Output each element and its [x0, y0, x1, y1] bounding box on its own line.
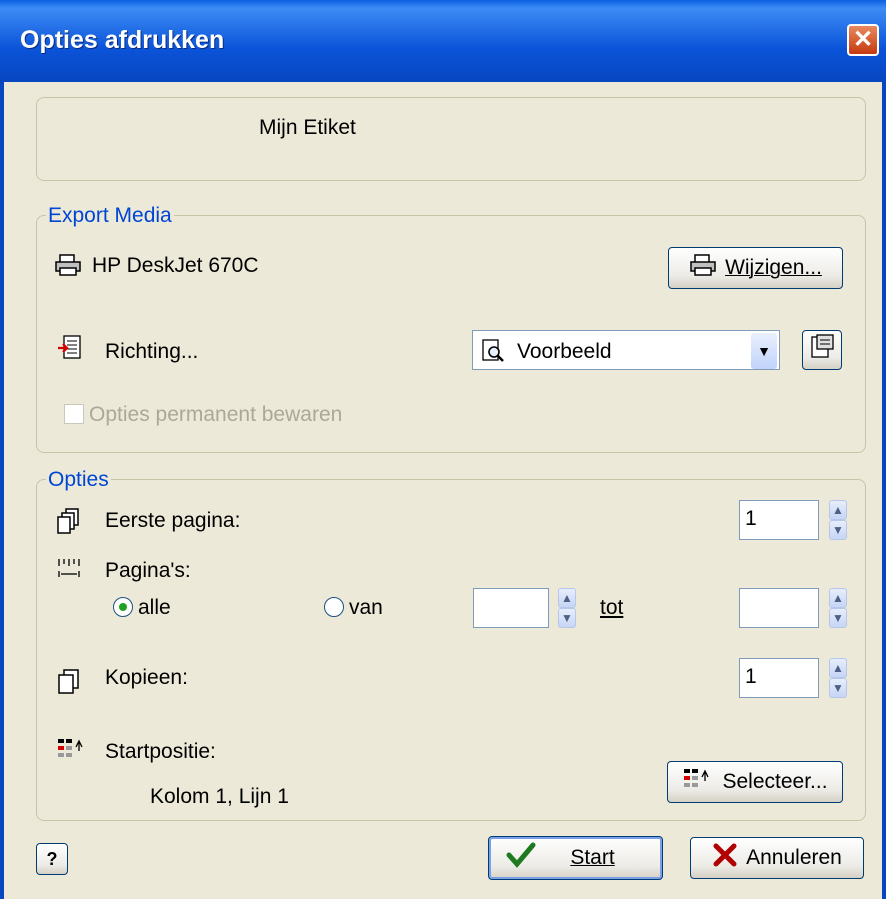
select-button-label: Selecteer...: [722, 770, 828, 793]
radio-from-label: van: [349, 596, 383, 619]
cancel-button[interactable]: Annuleren: [690, 837, 864, 879]
spin-up-icon[interactable]: ▲: [829, 658, 847, 678]
options-legend: Opties: [46, 468, 111, 492]
pages-label: Pagina's:: [105, 559, 191, 582]
export-media-legend: Export Media: [46, 204, 174, 228]
radio-all[interactable]: [113, 597, 133, 617]
start-button[interactable]: Start: [488, 836, 663, 880]
select-start-position-button[interactable]: Selecteer...: [667, 761, 843, 803]
spin-up-icon[interactable]: ▲: [558, 588, 576, 608]
label-name: Mijn Etiket: [259, 116, 356, 139]
copies-value: 1: [745, 665, 757, 688]
grid-icon: [56, 737, 88, 767]
page-direction-icon: [57, 334, 83, 368]
radio-from[interactable]: [324, 597, 344, 617]
first-page-label: Eerste pagina:: [105, 509, 241, 532]
printer-name: HP DeskJet 670C: [92, 254, 259, 277]
start-button-label: Start: [570, 846, 615, 869]
save-options-label: Opties permanent bewaren: [89, 403, 343, 426]
chevron-down-icon[interactable]: ▼: [751, 333, 777, 369]
close-button[interactable]: ✕: [847, 24, 879, 56]
window-title: Opties afdrukken: [20, 26, 225, 54]
copies-icon: [56, 667, 82, 701]
copies-label: Kopieen:: [105, 666, 188, 689]
radio-all-label: alle: [138, 596, 171, 619]
spin-down-icon[interactable]: ▼: [829, 678, 847, 698]
properties-button[interactable]: [802, 330, 842, 370]
spin-down-icon[interactable]: ▼: [829, 608, 847, 628]
spin-down-icon[interactable]: ▼: [829, 520, 847, 540]
label-name-panel: Mijn Etiket: [36, 97, 866, 181]
start-position-label: Startpositie:: [105, 740, 216, 763]
to-label: tot: [600, 596, 624, 619]
first-page-spinner[interactable]: ▲ ▼: [829, 500, 847, 540]
check-icon: [506, 842, 536, 874]
window-frame-left: [0, 82, 4, 899]
change-printer-label: Wijzigen...: [725, 256, 822, 279]
save-options-checkbox[interactable]: [64, 404, 84, 424]
first-page-value: 1: [745, 507, 757, 530]
to-page-input[interactable]: [739, 588, 819, 628]
title-bar[interactable]: Opties afdrukken ✕: [0, 0, 886, 82]
properties-icon: [809, 334, 835, 366]
change-printer-button[interactable]: Wijzigen...: [668, 247, 843, 289]
copies-spinner[interactable]: ▲ ▼: [829, 658, 847, 698]
pages-icon: [56, 507, 82, 541]
copies-input[interactable]: 1: [739, 658, 819, 698]
window-frame-right: [882, 82, 886, 899]
start-position-value: Kolom 1, Lijn 1: [150, 785, 289, 808]
from-page-input[interactable]: [473, 588, 549, 628]
printer-icon: [689, 253, 717, 283]
spin-up-icon[interactable]: ▲: [829, 500, 847, 520]
spin-down-icon[interactable]: ▼: [558, 608, 576, 628]
direction-select[interactable]: Voorbeeld ▼: [472, 330, 780, 370]
cross-icon: [712, 842, 738, 874]
cancel-button-label: Annuleren: [746, 846, 842, 869]
to-page-spinner[interactable]: ▲ ▼: [829, 588, 847, 628]
magnifier-page-icon: [481, 339, 507, 369]
help-icon: ?: [46, 848, 58, 869]
help-button[interactable]: ?: [36, 843, 68, 875]
direction-label: Richting...: [105, 340, 199, 363]
print-options-dialog: Opties afdrukken ✕ Mijn Etiket Export Me…: [0, 0, 886, 899]
close-icon: ✕: [852, 26, 874, 53]
grid-icon: [682, 767, 714, 797]
printer-icon: [54, 253, 82, 283]
radio-all-selected-dot: [119, 603, 127, 611]
spin-up-icon[interactable]: ▲: [829, 588, 847, 608]
direction-value: Voorbeeld: [517, 340, 612, 363]
first-page-input[interactable]: 1: [739, 500, 819, 540]
ruler-icon: [56, 557, 86, 585]
from-page-spinner[interactable]: ▲ ▼: [558, 588, 576, 628]
